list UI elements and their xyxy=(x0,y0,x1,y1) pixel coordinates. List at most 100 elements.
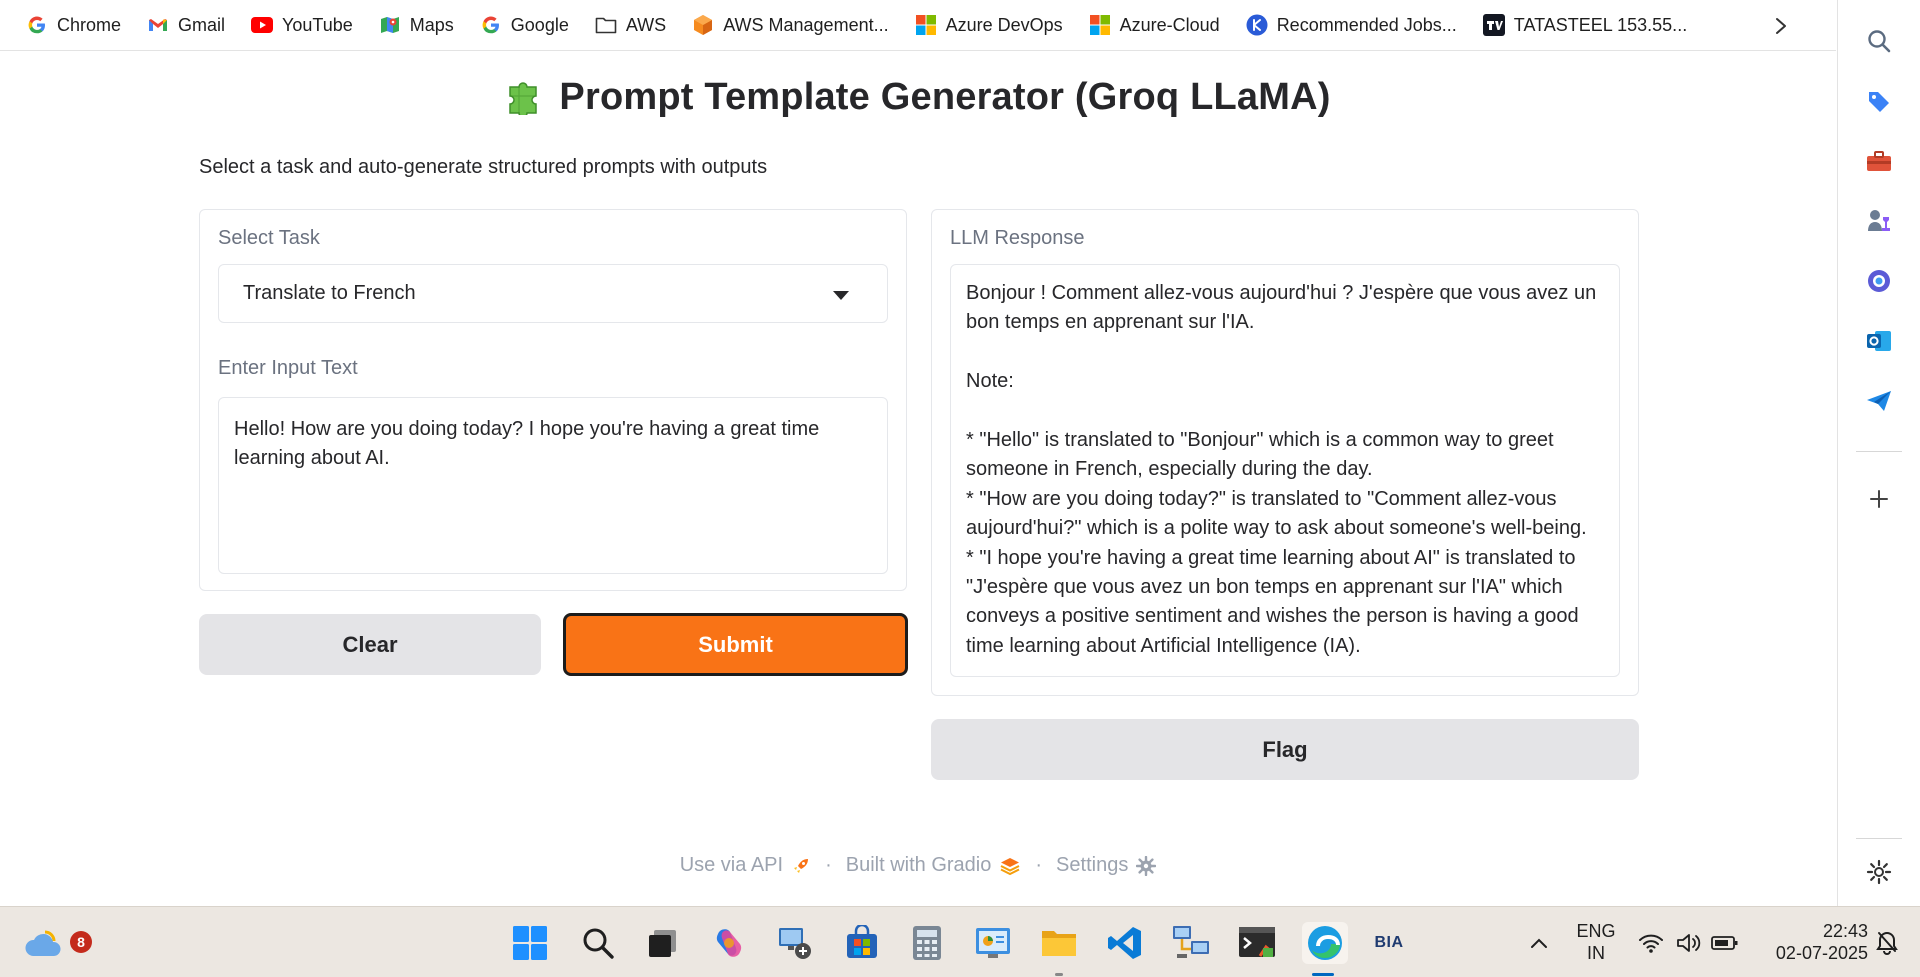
gradio-logo-icon xyxy=(1000,857,1020,875)
settings-gear-icon xyxy=(1136,855,1157,876)
games-chess-icon[interactable] xyxy=(1862,204,1896,238)
llm-response-box[interactable]: Bonjour ! Comment allez-vous aujourd'hui… xyxy=(950,264,1620,677)
outlook-icon[interactable] xyxy=(1862,324,1896,358)
add-icon[interactable] xyxy=(1862,482,1896,516)
built-with-gradio-label: Built with Gradio xyxy=(845,854,992,876)
bookmark-azure-cloud[interactable]: Azure-Cloud xyxy=(1081,8,1228,42)
clock-date: 02-07-2025 xyxy=(1775,943,1868,963)
microsoft-store-icon[interactable] xyxy=(841,922,883,964)
clock-time: 22:43 xyxy=(1822,921,1868,941)
bookmark-label: Chrome xyxy=(57,14,122,35)
calculator-icon[interactable] xyxy=(906,922,948,964)
bookmark-azure-devops[interactable]: Azure DevOps xyxy=(907,8,1071,42)
microsoft-logo-icon xyxy=(915,14,937,36)
bookmark-recommended-jobs[interactable]: Recommended Jobs... xyxy=(1238,8,1465,42)
send-plane-icon[interactable] xyxy=(1862,384,1896,418)
language-line-2: IN xyxy=(1587,943,1605,963)
microsoft-logo-icon xyxy=(1089,14,1111,36)
more-bookmarks-chevron-icon[interactable] xyxy=(1768,13,1794,39)
task-view-icon[interactable] xyxy=(642,922,684,964)
naukri-icon xyxy=(1246,14,1268,36)
page-title: Prompt Template Generator (Groq LLaMA) xyxy=(0,75,1836,125)
bookmarks-bar: Chrome Gmail YouTube Maps Google AWS AWS… xyxy=(0,0,1836,51)
language-indicator[interactable]: ENG IN xyxy=(1566,920,1626,964)
chevron-down-icon xyxy=(833,291,849,300)
submit-button[interactable]: Submit xyxy=(563,613,908,676)
bookmark-chrome[interactable]: Chrome xyxy=(18,8,129,42)
network-computers-icon[interactable] xyxy=(1170,922,1212,964)
maps-icon xyxy=(379,14,401,36)
edge-browser-icon[interactable] xyxy=(1302,922,1348,964)
search-icon[interactable] xyxy=(577,922,619,964)
bookmark-tatasteel[interactable]: TATASTEEL 153.55... xyxy=(1475,8,1695,42)
bia-app-button[interactable]: BIA xyxy=(1368,922,1410,964)
output-panel: LLM Response Bonjour ! Comment allez-vou… xyxy=(931,209,1639,696)
settings-label: Settings xyxy=(1056,854,1129,876)
bookmark-label: YouTube xyxy=(282,14,353,35)
control-panel-icon[interactable] xyxy=(972,922,1014,964)
rocket-icon xyxy=(794,858,809,873)
flag-button[interactable]: Flag xyxy=(931,719,1639,780)
bookmark-label: Gmail xyxy=(178,14,226,35)
bookmark-aws-management[interactable]: AWS Management... xyxy=(684,8,896,42)
google-g-icon xyxy=(26,14,48,36)
task-dropdown-value: Translate to French xyxy=(243,282,416,304)
page-description: Select a task and auto-generate structur… xyxy=(199,156,768,178)
puzzle-piece-icon xyxy=(505,75,545,125)
battery-icon[interactable] xyxy=(1704,922,1746,964)
show-hidden-icons-chevron-icon[interactable] xyxy=(1518,922,1560,964)
bookmark-label: TATASTEEL 153.55... xyxy=(1513,14,1688,35)
built-with-gradio-link[interactable]: Built with Gradio xyxy=(846,854,1022,877)
input-textarea[interactable] xyxy=(218,397,888,574)
screen: Chrome Gmail YouTube Maps Google AWS AWS… xyxy=(0,0,1920,977)
bookmark-label: Google xyxy=(510,14,569,35)
remote-desktop-icon[interactable] xyxy=(774,922,816,964)
start-windows-icon[interactable] xyxy=(509,922,551,964)
sidebar-divider xyxy=(1856,838,1902,839)
input-text-label: Enter Input Text xyxy=(218,357,358,379)
llm-response-text: Bonjour ! Comment allez-vous aujourd'hui… xyxy=(966,282,1597,657)
folder-icon xyxy=(595,14,617,36)
input-panel: Select Task Translate to French Enter In… xyxy=(199,209,907,591)
bookmark-google[interactable]: Google xyxy=(472,8,577,42)
weather-notification-badge: 8 xyxy=(70,931,92,953)
task-dropdown[interactable]: Translate to French xyxy=(218,264,888,323)
settings-link[interactable]: Settings xyxy=(1056,854,1157,877)
bookmark-maps[interactable]: Maps xyxy=(371,8,462,42)
tools-briefcase-icon[interactable] xyxy=(1862,144,1896,178)
active-app-indicator xyxy=(1312,973,1334,976)
use-via-api-label: Use via API xyxy=(679,854,784,876)
bookmark-label: Maps xyxy=(409,14,454,35)
bookmark-label: AWS xyxy=(625,14,667,35)
sidebar-divider xyxy=(1856,451,1902,452)
bookmark-folder-aws[interactable]: AWS xyxy=(587,8,674,42)
bookmark-youtube[interactable]: YouTube xyxy=(243,8,361,42)
vscode-icon[interactable] xyxy=(1104,922,1146,964)
copilot-icon[interactable] xyxy=(708,922,750,964)
response-label: LLM Response xyxy=(950,227,1085,249)
google-g-icon xyxy=(480,14,502,36)
gradio-footer: Use via API · Built with Gradio · Settin… xyxy=(0,854,1836,877)
search-icon[interactable] xyxy=(1862,24,1896,58)
settings-gear-icon[interactable] xyxy=(1862,855,1896,889)
page-title-text: Prompt Template Generator (Groq LLaMA) xyxy=(559,76,1331,118)
bookmark-label: Azure DevOps xyxy=(945,14,1063,35)
wifi-icon[interactable] xyxy=(1630,922,1672,964)
bookmark-label: Recommended Jobs... xyxy=(1276,14,1457,35)
shopping-tag-icon[interactable] xyxy=(1862,84,1896,118)
weather-widget-icon[interactable]: 8 xyxy=(24,921,92,963)
clock[interactable]: 22:43 02-07-2025 xyxy=(1752,920,1868,964)
notification-bell-icon[interactable] xyxy=(1866,922,1908,964)
task-label: Select Task xyxy=(218,227,320,249)
windows-taskbar: 8 BIA ENG IN 22:43 02-07-2025 xyxy=(0,906,1920,977)
use-via-api-link[interactable]: Use via API xyxy=(680,854,811,877)
copilot-icon[interactable] xyxy=(1862,264,1896,298)
aws-cube-icon xyxy=(692,14,714,36)
tradingview-icon xyxy=(1482,14,1505,36)
bookmark-gmail[interactable]: Gmail xyxy=(139,8,233,42)
footer-separator: · xyxy=(1035,854,1043,876)
terminal-icon[interactable] xyxy=(1236,922,1278,964)
file-explorer-icon[interactable] xyxy=(1038,922,1080,964)
clear-button[interactable]: Clear xyxy=(199,614,541,675)
language-line-1: ENG xyxy=(1576,921,1616,941)
